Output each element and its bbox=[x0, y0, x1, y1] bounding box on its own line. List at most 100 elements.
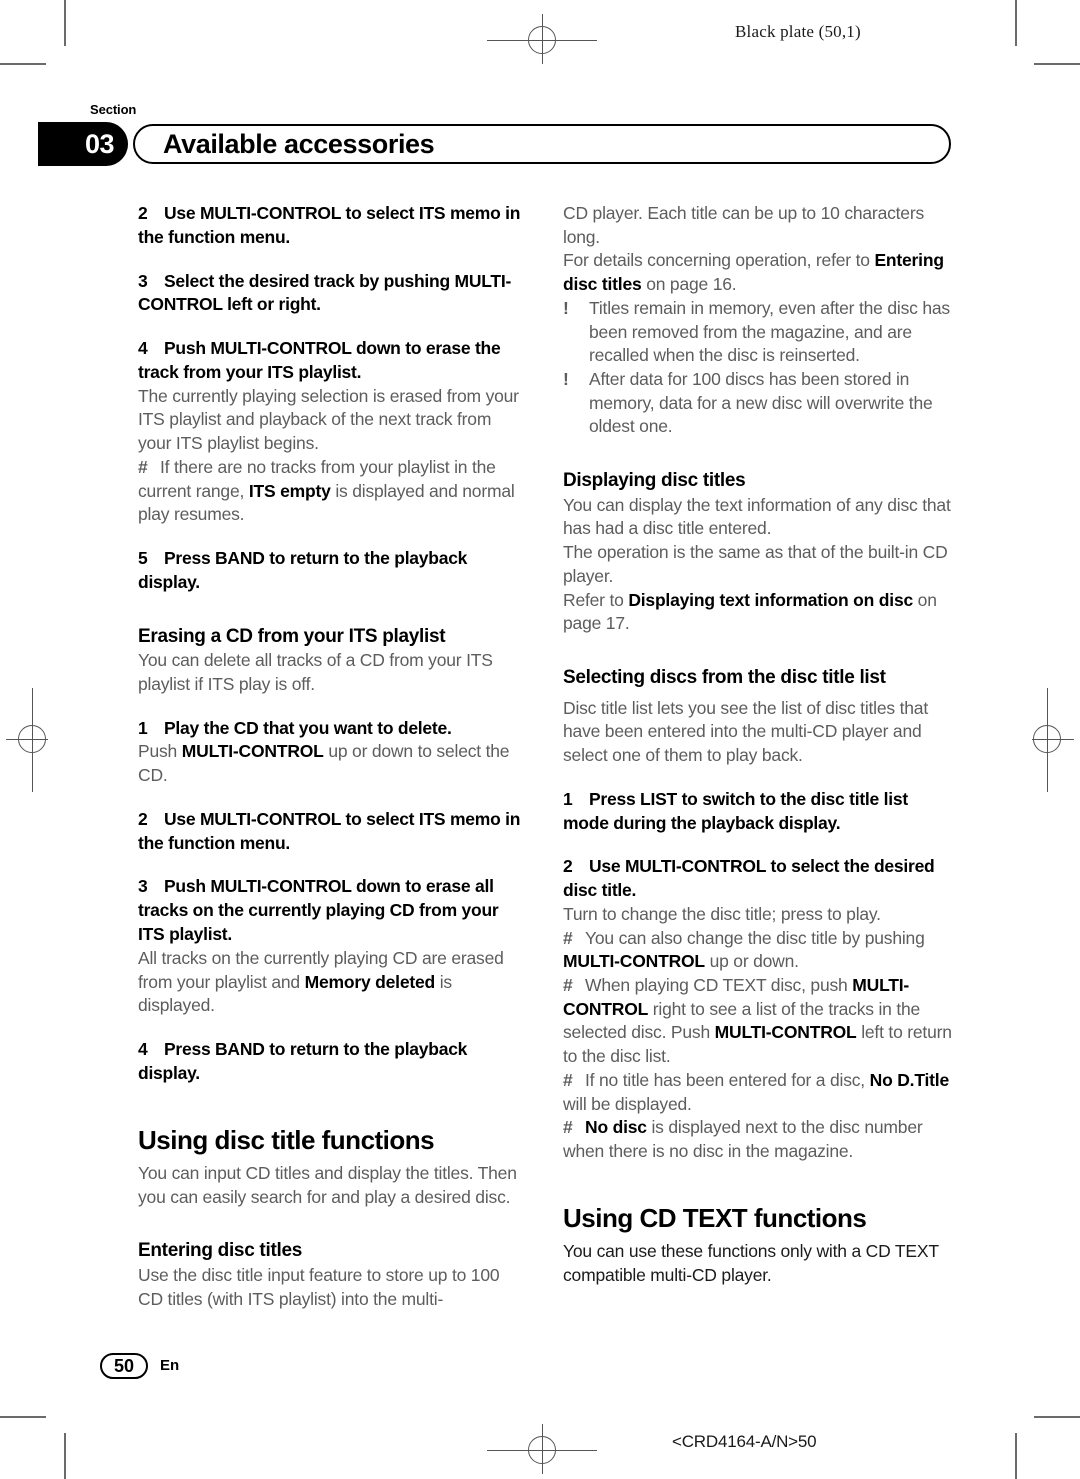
note-emphasis: No D.Title bbox=[869, 1069, 950, 1090]
step-number: 2 bbox=[138, 808, 148, 829]
crop-mark-bottom-right-vertical bbox=[1015, 1433, 1017, 1479]
bullet-text: Titles remain in memory, even after the … bbox=[589, 297, 950, 366]
note-text-part1: You can also change the disc title by pu… bbox=[585, 927, 925, 948]
heading-using-disc-title-functions: Using disc title functions bbox=[138, 1124, 435, 1155]
section-description: You can use these functions only with a … bbox=[563, 1241, 939, 1285]
note-item: # When playing CD TEXT disc, push MULTI-C… bbox=[563, 974, 953, 1069]
section-number: 03 bbox=[84, 128, 115, 159]
crop-mark-bottom-left-vertical bbox=[64, 1433, 66, 1479]
crop-mark-bottom-right-horizontal bbox=[1034, 1416, 1080, 1418]
step-text: Play the CD that you want to delete. bbox=[164, 717, 452, 738]
text-part2: on page 16. bbox=[641, 274, 737, 295]
note-marker: # bbox=[563, 1069, 573, 1090]
section-label: Section bbox=[90, 102, 137, 117]
registration-mark-bottom bbox=[487, 1424, 597, 1474]
section-number-tab: 03 bbox=[38, 122, 128, 166]
note-item: # If there are no tracks from your playli… bbox=[138, 456, 528, 527]
note-emphasis: No disc bbox=[585, 1117, 647, 1138]
step-number: 4 bbox=[138, 338, 148, 359]
continued-paragraph: CD player. Each title can be up to 10 ch… bbox=[563, 203, 925, 247]
note-text-part1: If no title has been entered for a disc, bbox=[585, 1069, 870, 1090]
page-title: Available accessories bbox=[163, 128, 435, 159]
step-number: 2 bbox=[138, 203, 148, 223]
step-text: Press BAND to return to the playback dis… bbox=[138, 548, 468, 592]
crop-mark-bottom-left-horizontal bbox=[0, 1416, 46, 1418]
chapter-title-pill: Available accessories bbox=[133, 124, 951, 164]
step-text: Use MULTI-CONTROL to select ITS memo in … bbox=[138, 203, 521, 247]
crop-mark-top-right-vertical bbox=[1015, 0, 1017, 46]
bullet-marker: ! bbox=[563, 297, 569, 318]
note-marker: # bbox=[563, 975, 573, 996]
note-emphasis: ITS empty bbox=[248, 480, 331, 501]
step-item: 5 Press BAND to return to the playback di… bbox=[138, 547, 528, 595]
note-marker: # bbox=[138, 456, 148, 477]
step-text: Press BAND to return to the playback dis… bbox=[138, 1038, 468, 1083]
bullet-item: ! Titles remain in memory, even after th… bbox=[563, 297, 953, 368]
subheading-displaying-disc-titles: Displaying disc titles bbox=[563, 470, 746, 492]
crop-mark-top-right-horizontal bbox=[1034, 63, 1080, 65]
step-number: 1 bbox=[563, 788, 573, 809]
bullet-marker: ! bbox=[563, 368, 569, 389]
section-description: The operation is the same as that of the… bbox=[563, 542, 948, 586]
cross-reference: For details concerning operation, refer … bbox=[563, 249, 953, 296]
step-text: Select the desired track by pushing MULT… bbox=[138, 270, 512, 315]
text-emphasis: Displaying text information on disc bbox=[628, 589, 914, 610]
note-item: # No disc is displayed next to the disc n… bbox=[563, 1116, 953, 1163]
right-column: CD player. Each title can be up to 10 ch… bbox=[563, 202, 953, 1288]
note-text-part2: will be displayed. bbox=[563, 1093, 692, 1114]
section-description: You can delete all tracks of a CD from y… bbox=[138, 650, 493, 694]
step-description: All tracks on the currently playing CD a… bbox=[138, 947, 528, 1018]
subheading-selecting-discs: Selecting discs from the disc title list bbox=[563, 666, 886, 688]
section-description: Use the disc title input feature to stor… bbox=[138, 1265, 500, 1309]
document-code: <CRD4164-A/N>50 bbox=[672, 1432, 817, 1451]
text-emphasis: Memory deleted bbox=[304, 971, 436, 992]
step-text: Use MULTI-CONTROL to select the desired … bbox=[563, 856, 935, 901]
bullet-text: After data for 100 discs has been stored… bbox=[589, 368, 933, 437]
note-item: # If no title has been entered for a disc… bbox=[563, 1069, 953, 1116]
page-number-pill: 50 bbox=[100, 1353, 148, 1379]
section-description: Disc title list lets you see the list of… bbox=[563, 697, 928, 766]
crop-mark-top-left-horizontal bbox=[0, 63, 46, 65]
note-emphasis: MULTI-CONTROL bbox=[714, 1022, 857, 1043]
crop-mark-top-left-vertical bbox=[64, 0, 66, 46]
step-number: 1 bbox=[138, 717, 148, 738]
step-text: Push MULTI-CONTROL down to erase the tra… bbox=[138, 338, 501, 382]
step-number: 4 bbox=[138, 1038, 148, 1059]
registration-mark-left bbox=[0, 688, 48, 792]
note-emphasis: MULTI-CONTROL bbox=[563, 951, 705, 972]
subheading-entering-disc-titles: Entering disc titles bbox=[138, 1240, 302, 1262]
step-item: 4 Press BAND to return to the playback di… bbox=[138, 1038, 528, 1086]
step-text: Press LIST to switch to the disc title l… bbox=[563, 788, 908, 833]
section-description: You can input CD titles and display the … bbox=[138, 1163, 517, 1207]
step-item: 3 Push MULTI-CONTROL down to erase all tr… bbox=[138, 875, 528, 946]
subheading-erasing-cd: Erasing a CD from your ITS playlist bbox=[138, 625, 446, 647]
step-item: 2 Use MULTI-CONTROL to select ITS memo in… bbox=[138, 808, 528, 856]
text-part1: Push bbox=[138, 741, 182, 762]
step-item: 3 Select the desired track by pushing MUL… bbox=[138, 270, 528, 318]
cross-reference: Refer to Displaying text information on … bbox=[563, 589, 953, 636]
registration-mark-top bbox=[487, 8, 597, 64]
section-description: You can display the text information of … bbox=[563, 494, 951, 539]
text-part1: Refer to bbox=[563, 589, 629, 610]
note-text-part2: up or down. bbox=[704, 951, 799, 972]
step-number: 5 bbox=[138, 548, 148, 568]
note-marker: # bbox=[563, 1117, 573, 1138]
note-text-part1: When playing CD TEXT disc, push bbox=[585, 975, 853, 996]
page-number: 50 bbox=[113, 1355, 135, 1376]
step-text: Push MULTI-CONTROL down to erase all tra… bbox=[138, 876, 499, 945]
registration-mark-right bbox=[1032, 688, 1080, 792]
step-description: The currently playing selection is erase… bbox=[138, 385, 519, 454]
step-item: 1 Press LIST to switch to the disc title … bbox=[563, 788, 953, 836]
